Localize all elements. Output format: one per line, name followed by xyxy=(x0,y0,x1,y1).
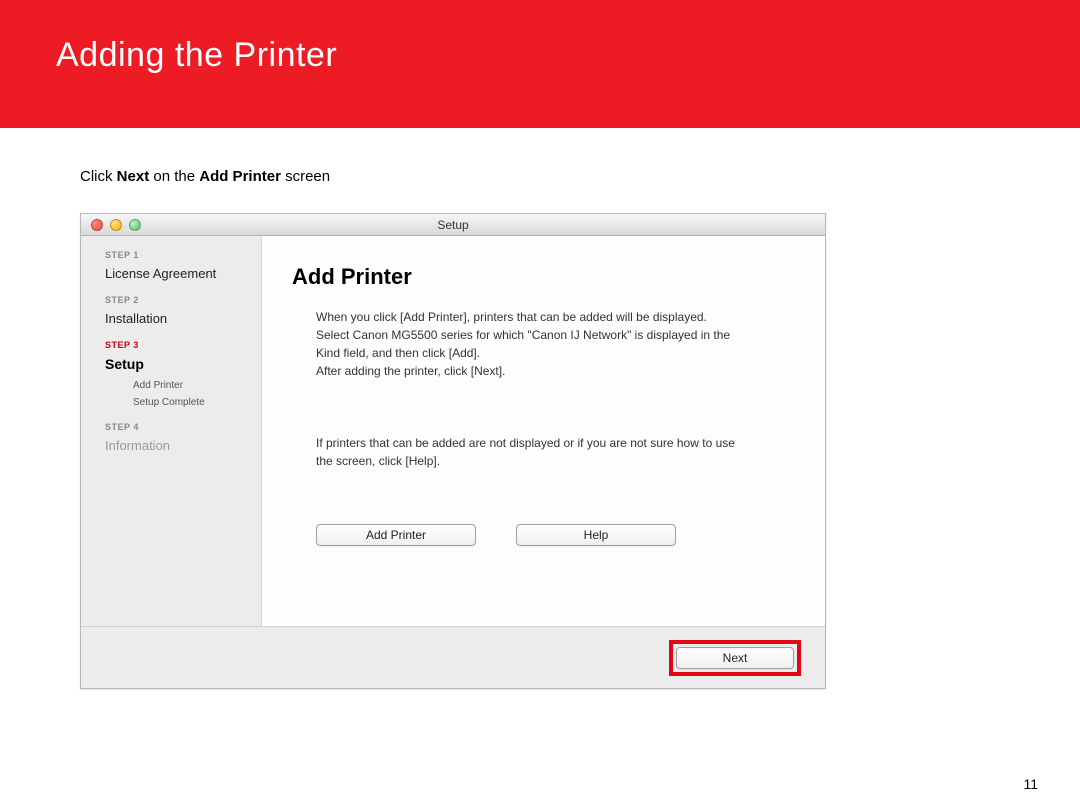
substep-setup-complete: Setup Complete xyxy=(133,397,251,408)
instruction-text: Click Next on the Add Printer screen xyxy=(80,168,1080,185)
instruction-mid: on the xyxy=(149,168,199,185)
step4-name: Information xyxy=(105,438,251,453)
header-band: Adding the Printer xyxy=(0,0,1080,128)
step2-name: Installation xyxy=(105,311,251,326)
next-button[interactable]: Next xyxy=(676,647,794,669)
instruction-suffix: screen xyxy=(281,168,330,185)
slide-title: Adding the Printer xyxy=(56,36,1080,75)
substep-add-printer: Add Printer xyxy=(133,380,251,391)
content-area: Click Next on the Add Printer screen Set… xyxy=(0,128,1080,689)
zoom-icon[interactable] xyxy=(129,219,141,231)
step1-label: STEP 1 xyxy=(105,250,251,260)
close-icon[interactable] xyxy=(91,219,103,231)
main-heading: Add Printer xyxy=(292,264,795,290)
body-text-2: If printers that can be added are not di… xyxy=(316,434,736,470)
window-body: STEP 1 License Agreement STEP 2 Installa… xyxy=(81,236,825,626)
next-button-highlight: Next xyxy=(669,640,801,676)
add-printer-button[interactable]: Add Printer xyxy=(316,524,476,546)
step2-label: STEP 2 xyxy=(105,295,251,305)
help-button[interactable]: Help xyxy=(516,524,676,546)
button-row: Add Printer Help xyxy=(316,524,795,546)
substeps: Add Printer Setup Complete xyxy=(133,380,251,408)
window-title: Setup xyxy=(437,218,468,232)
window-titlebar: Setup xyxy=(81,214,825,236)
minimize-icon[interactable] xyxy=(110,219,122,231)
step1-name: License Agreement xyxy=(105,266,251,281)
setup-window: Setup STEP 1 License Agreement STEP 2 In… xyxy=(80,213,826,689)
footer-bar: Next xyxy=(81,626,825,688)
sidebar: STEP 1 License Agreement STEP 2 Installa… xyxy=(81,236,261,626)
page-number: 11 xyxy=(1023,776,1038,792)
instruction-prefix: Click xyxy=(80,168,117,185)
body-text-1: When you click [Add Printer], printers t… xyxy=(316,308,736,380)
main-panel: Add Printer When you click [Add Printer]… xyxy=(261,236,825,626)
step3-label: STEP 3 xyxy=(105,340,251,350)
instruction-bold-addprinter: Add Printer xyxy=(199,168,281,185)
step4-label: STEP 4 xyxy=(105,422,251,432)
slide: Adding the Printer Click Next on the Add… xyxy=(0,0,1080,810)
traffic-lights xyxy=(81,219,141,231)
step3-name: Setup xyxy=(105,356,251,372)
instruction-bold-next: Next xyxy=(117,168,150,185)
